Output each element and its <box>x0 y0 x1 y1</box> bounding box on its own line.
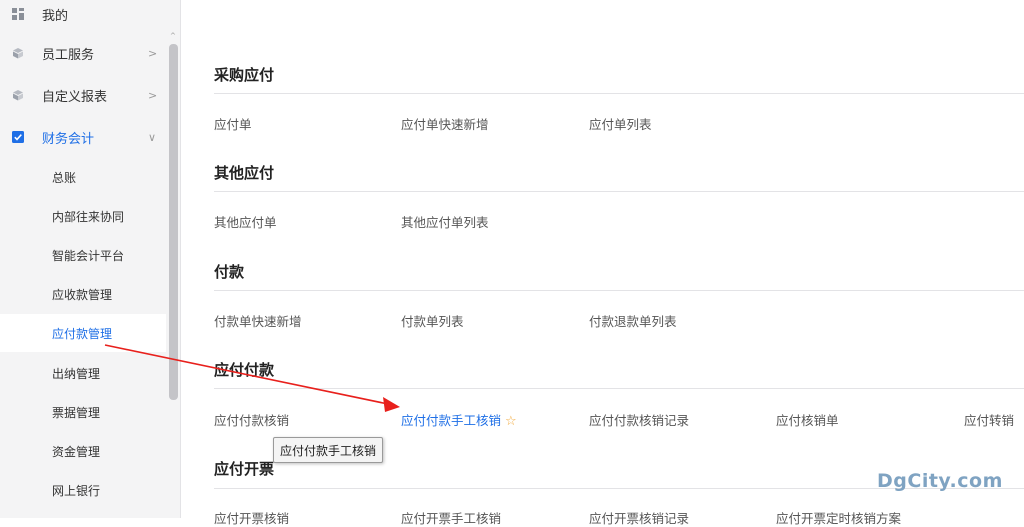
menu-item-custom-report[interactable]: 自定义报表 > <box>0 76 166 114</box>
sidebar-item-receivables[interactable]: 应收款管理 <box>0 275 166 313</box>
section-title: 应付付款 <box>214 361 275 379</box>
link-other-payable-bill[interactable]: 其他应付单 <box>214 212 277 231</box>
sidebar-item-general-ledger[interactable]: 总账 <box>0 158 166 196</box>
section-title: 采购应付 <box>214 66 275 84</box>
divider <box>214 93 1024 94</box>
menu-item-employee-service[interactable]: 员工服务 > <box>0 34 166 72</box>
sidebar-item-label: 智能会计平台 <box>52 248 125 263</box>
link-payable-manual-verification[interactable]: 应付付款手工核销 ☆ <box>401 410 517 429</box>
tooltip: 应付付款手工核销 <box>273 437 383 463</box>
link-payable-bill[interactable]: 应付单 <box>214 114 252 133</box>
menu-item-label: 自定义报表 <box>42 89 108 105</box>
section-title: 付款 <box>214 263 245 281</box>
menu-item-label: 员工服务 <box>42 47 95 63</box>
menu-item-mine[interactable]: 我的 <box>0 0 166 33</box>
link-label: 应付付款手工核销 <box>401 413 502 428</box>
sidebar: 我的 员工服务 > 自定义报表 > 财务会计 ∨ 总账 内部往来协同 智能会计平… <box>0 0 181 518</box>
sidebar-scrollbar[interactable] <box>169 44 178 400</box>
section-title: 其他应付 <box>214 164 275 182</box>
star-icon[interactable]: ☆ <box>505 414 517 429</box>
sidebar-item-label: 内部往来协同 <box>52 209 125 224</box>
menu-item-finance-accounting[interactable]: 财务会计 ∨ <box>0 118 166 156</box>
sidebar-item-label: 总账 <box>52 170 77 185</box>
scroll-up-icon[interactable]: ^ <box>170 32 176 40</box>
sidebar-item-payables[interactable]: 应付款管理 <box>0 314 166 352</box>
menu-item-label: 我的 <box>42 8 69 24</box>
chevron-right-icon: > <box>148 46 158 60</box>
divider <box>214 191 1024 192</box>
sidebar-item-label: 资金管理 <box>52 444 101 459</box>
sidebar-item-label: 应收款管理 <box>52 287 113 302</box>
cube-icon <box>12 89 24 101</box>
chevron-down-icon: ∨ <box>148 130 157 144</box>
sidebar-item-bills[interactable]: 票据管理 <box>0 393 166 431</box>
link-payment-refund-list[interactable]: 付款退款单列表 <box>589 311 677 330</box>
sidebar-item-funds[interactable]: 资金管理 <box>0 432 166 470</box>
sidebar-item-smart-accounting[interactable]: 智能会计平台 <box>0 236 166 274</box>
sidebar-item-label: 网上银行 <box>52 483 101 498</box>
cube-icon <box>12 47 24 59</box>
grid-icon <box>12 8 24 20</box>
link-other-payable-bill-list[interactable]: 其他应付单列表 <box>401 212 489 231</box>
section-title: 应付开票 <box>214 460 275 478</box>
link-payment-list[interactable]: 付款单列表 <box>401 311 464 330</box>
sidebar-item-online-bank[interactable]: 网上银行 <box>0 471 166 509</box>
check-square-icon <box>12 131 24 143</box>
sidebar-item-label: 应付款管理 <box>52 326 113 341</box>
chevron-right-icon: > <box>148 88 158 102</box>
watermark: DgCity.com <box>877 470 1003 492</box>
divider <box>214 388 1024 389</box>
link-payable-verification-bill[interactable]: 应付核销单 <box>776 410 839 429</box>
sidebar-item-internal-collab[interactable]: 内部往来协同 <box>0 197 166 235</box>
sidebar-item-label: 票据管理 <box>52 405 101 420</box>
link-payment-quick-add[interactable]: 付款单快速新增 <box>214 311 302 330</box>
divider <box>214 290 1024 291</box>
link-payable-verification-records[interactable]: 应付付款核销记录 <box>589 410 689 429</box>
link-payable-bill-quick-add[interactable]: 应付单快速新增 <box>401 114 489 133</box>
sidebar-item-label: 出纳管理 <box>52 366 101 381</box>
sidebar-item-cashier[interactable]: 出纳管理 <box>0 354 166 392</box>
link-payable-bill-list[interactable]: 应付单列表 <box>589 114 652 133</box>
link-payable-transfer[interactable]: 应付转销 <box>964 410 1014 429</box>
menu-item-label: 财务会计 <box>42 131 95 147</box>
link-payable-verification[interactable]: 应付付款核销 <box>214 410 289 429</box>
